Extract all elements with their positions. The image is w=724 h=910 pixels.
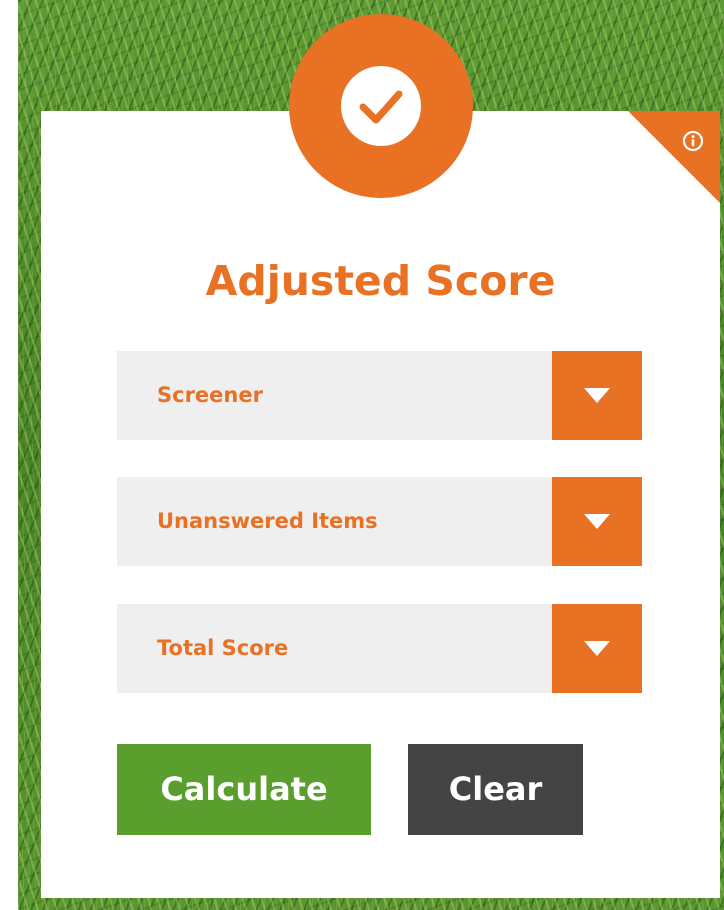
chevron-down-icon [584, 514, 610, 529]
dropdown-button-unanswered-items[interactable] [552, 477, 642, 566]
dropdown-button-screener[interactable] [552, 351, 642, 440]
page-title: Adjusted Score [205, 257, 556, 305]
select-label-total-score: Total Score [157, 636, 289, 660]
unanswered-items-select[interactable]: Unanswered Items [117, 477, 642, 566]
select-label-unanswered-items: Unanswered Items [157, 509, 378, 533]
calculate-button[interactable]: Calculate [117, 744, 371, 835]
info-icon[interactable] [682, 130, 704, 152]
screener-select[interactable]: Screener [117, 351, 642, 440]
checkmark-icon [336, 61, 426, 151]
check-badge [289, 14, 473, 198]
total-score-select[interactable]: Total Score [117, 604, 642, 693]
info-corner [628, 111, 720, 203]
dropdown-button-total-score[interactable] [552, 604, 642, 693]
chevron-down-icon [584, 388, 610, 403]
select-label-screener: Screener [157, 383, 263, 407]
clear-button[interactable]: Clear [408, 744, 583, 835]
chevron-down-icon [584, 641, 610, 656]
